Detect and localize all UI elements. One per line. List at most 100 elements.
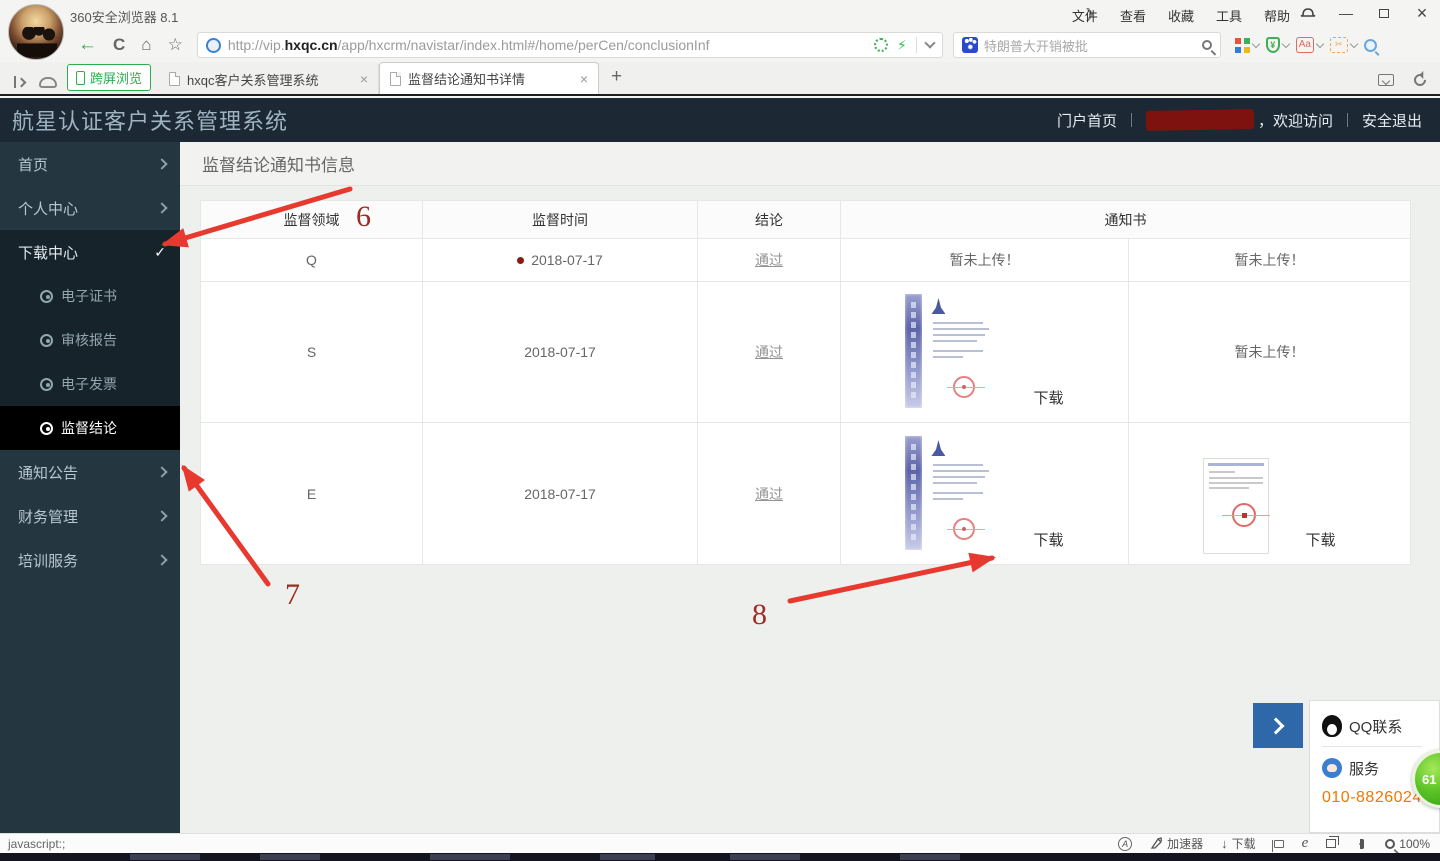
menu-view[interactable]: 查看 [1120, 6, 1146, 25]
sidebar-item-finance[interactable]: 财务管理 [0, 494, 180, 538]
url-dropdown-icon[interactable] [924, 37, 936, 49]
qq-contact-row[interactable]: QQ联系 [1322, 711, 1439, 741]
sidebar-item-download-center[interactable]: 下载中心 ✓ [0, 230, 180, 274]
pass-link[interactable]: 通过 [755, 342, 783, 362]
money-shield-icon[interactable]: ¥ [1265, 37, 1291, 53]
table-cell-field: S [201, 282, 423, 423]
url-text[interactable]: http://vip.hxqc.cn/app/hxcrm/navistar/in… [228, 37, 868, 53]
chevron-right-icon [156, 510, 168, 522]
browser-tab-bar: 跨屏浏览 hxqc客户关系管理系统 × 监督结论通知书详情 × + [0, 62, 1440, 96]
app-market-icon[interactable] [1234, 37, 1261, 53]
sidebar-item-e-certificate[interactable]: 电子证书 [0, 274, 180, 318]
tab-close-icon[interactable]: × [360, 71, 368, 87]
reopen-closed-tab-icon[interactable] [1411, 71, 1429, 89]
radio-circle-icon [40, 289, 53, 303]
minimize-button[interactable]: — [1332, 2, 1360, 24]
download-manager-button[interactable]: ↓ 下载 [1221, 835, 1256, 852]
screenshot-icon[interactable]: ✂ [1329, 37, 1359, 53]
menu-help[interactable]: 帮助 [1264, 6, 1290, 25]
browser-titlebar: 360安全浏览器 8.1 ❯ 文件 查看 收藏 工具 帮助 — × [0, 0, 1440, 60]
chevron-right-icon [156, 158, 168, 170]
search-input[interactable]: 特朗普大开销被批 [952, 32, 1221, 58]
tab-list-icon[interactable] [1378, 74, 1394, 86]
tab-close-icon[interactable]: × [580, 71, 588, 87]
sidebar-item-audit-report[interactable]: 审核报告 [0, 318, 180, 362]
qq-widget-collapse-button[interactable] [1253, 703, 1303, 748]
main-content: 监督结论通知书信息 监督领域 监督时间 结论 通知书 Q 2018-07-17 … [180, 142, 1440, 833]
tab-hxqc-crm[interactable]: hxqc客户关系管理系统 × [159, 64, 380, 94]
tab-supervision-notice-detail[interactable]: 监督结论通知书详情 × [379, 62, 600, 94]
pass-link[interactable]: 通过 [755, 484, 783, 504]
table-cell-field: E [201, 423, 423, 565]
menu-favorites[interactable]: 收藏 [1168, 6, 1194, 25]
cross-screen-label: 跨屏浏览 [90, 71, 143, 86]
cloud-sync-icon[interactable] [39, 76, 57, 88]
ad-filter-icon[interactable] [873, 38, 888, 52]
sidebar-item-home[interactable]: 首页 [0, 142, 180, 186]
maximize-button[interactable] [1370, 2, 1398, 24]
search-icon[interactable] [1201, 40, 1212, 50]
table-cell-date: 2018-07-17 [423, 282, 698, 423]
menu-tools[interactable]: 工具 [1216, 6, 1242, 25]
column-header-field: 监督领域 [201, 201, 423, 239]
speaker-icon[interactable] [1354, 838, 1365, 849]
qq-contact-label: QQ联系 [1349, 718, 1403, 736]
sidebar-item-label: 电子发票 [61, 376, 117, 392]
cross-screen-button[interactable]: 跨屏浏览 [67, 64, 152, 91]
table-cell-field: Q [201, 239, 423, 282]
browser-addressbar-row: ← C ⌂ ☆ http://vip.hxqc.cn/app/hxcrm/nav… [0, 28, 1440, 62]
login-manager-icon[interactable] [1363, 38, 1377, 52]
annotation-number-8: 8 [752, 598, 767, 631]
sidebar-item-label: 电子证书 [61, 288, 117, 304]
logout-link[interactable]: 安全退出 [1362, 110, 1422, 131]
accelerator-button[interactable]: 加速器 [1150, 835, 1203, 852]
browser-profile-avatar[interactable] [8, 4, 64, 60]
home-icon[interactable]: ⌂ [141, 35, 151, 55]
sidebar-item-e-invoice[interactable]: 电子发票 [0, 362, 180, 406]
refresh-icon[interactable]: C [113, 35, 125, 55]
date-bullet [517, 256, 525, 264]
sidebar-item-training[interactable]: 培训服务 [0, 538, 180, 582]
certificate-thumbnail[interactable] [905, 292, 997, 412]
app-title: 航星认证客户关系管理系统 [12, 109, 289, 134]
notice-doc-thumbnail[interactable] [1203, 458, 1271, 554]
zoom-control[interactable]: 100% [1385, 837, 1430, 851]
translate-icon[interactable]: Aa [1295, 37, 1325, 53]
table-cell-notice: 暂未上传！ [1129, 239, 1411, 282]
download-link[interactable]: 下载 [1033, 529, 1063, 550]
sidebar: 首页 个人中心 下载中心 ✓ 电子证书 审核报告 电子发票 监督结论 通知公告 … [0, 142, 180, 833]
close-button[interactable]: × [1408, 2, 1436, 24]
favorite-star-icon[interactable]: ☆ [168, 35, 183, 55]
flag-icon[interactable] [1271, 839, 1284, 852]
portal-home-link[interactable]: 门户首页 [1057, 110, 1117, 131]
back-icon[interactable]: ← [78, 34, 97, 56]
sidebar-item-notices[interactable]: 通知公告 [0, 450, 180, 494]
skin-icon[interactable] [1294, 2, 1322, 24]
pass-link[interactable]: 通过 [755, 250, 783, 270]
chevron-right-icon [156, 202, 168, 214]
annotation-number-6: 6 [356, 200, 371, 233]
menu-file[interactable]: 文件 [1072, 6, 1098, 25]
sidebar-item-supervision-conclusion[interactable]: 监督结论 [0, 406, 180, 450]
sidebar-item-personal-center[interactable]: 个人中心 [0, 186, 180, 230]
chevron-right-icon [1267, 717, 1285, 734]
search-hotword[interactable]: 特朗普大开销被批 [984, 36, 1202, 55]
site-icon [205, 37, 221, 53]
favorites-bar-icon[interactable] [14, 76, 27, 88]
column-header-date: 监督时间 [423, 201, 698, 239]
download-link[interactable]: 下载 [1033, 387, 1063, 408]
ie-compat-icon[interactable]: e [1302, 835, 1309, 852]
chevron-right-icon [156, 466, 168, 478]
window-mode-icon[interactable] [1326, 836, 1340, 848]
speed-mode-icon[interactable]: A [1118, 836, 1133, 851]
sidebar-item-label: 首页 [18, 156, 49, 174]
new-tab-button[interactable]: + [611, 66, 622, 88]
table-cell-notice-doc: 下载 [841, 423, 1129, 565]
certificate-thumbnail[interactable] [905, 434, 997, 554]
tab-label: hxqc客户关系管理系统 [187, 72, 319, 88]
download-link[interactable]: 下载 [1305, 529, 1335, 550]
annotation-number-7: 7 [285, 578, 300, 611]
sidebar-item-label: 培训服务 [18, 552, 79, 570]
url-input[interactable]: http://vip.hxqc.cn/app/hxcrm/navistar/in… [196, 32, 943, 58]
speed-mode-icon[interactable]: ⚡ [897, 37, 907, 54]
